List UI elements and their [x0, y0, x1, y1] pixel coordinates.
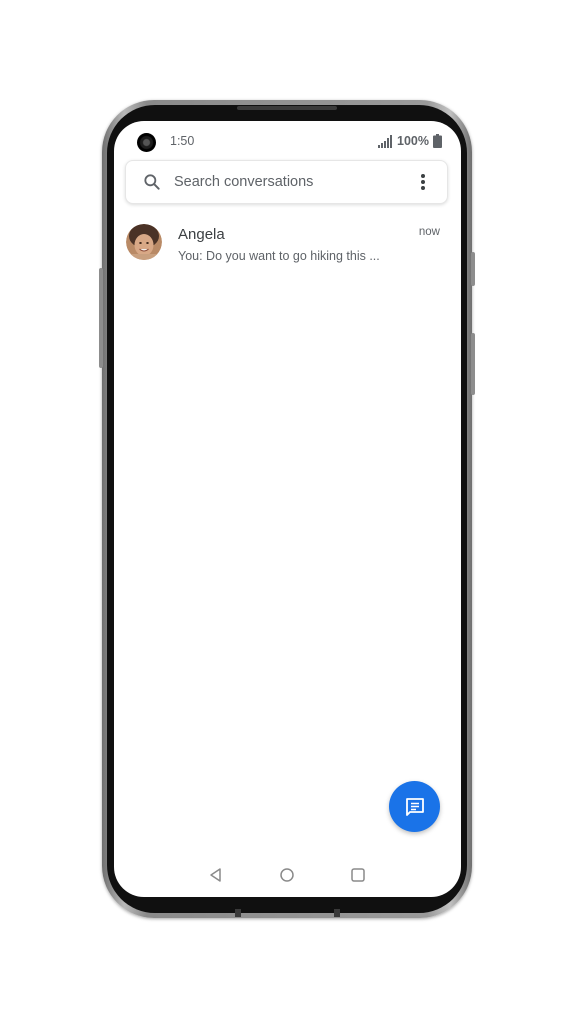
- battery-percent: 100%: [397, 134, 429, 148]
- conversation-item[interactable]: Angela now You: Do you want to go hiking…: [114, 217, 461, 275]
- navigation-bar: [114, 861, 461, 891]
- message-snippet: You: Do you want to go hiking this ...: [178, 249, 380, 263]
- stage: 1:50 100% Search conversations Angela no…: [0, 0, 575, 1017]
- search-icon[interactable]: [142, 172, 162, 192]
- earpiece: [237, 106, 337, 110]
- status-indicators: 100%: [378, 134, 442, 148]
- contact-name: Angela: [178, 226, 225, 243]
- search-bar[interactable]: Search conversations: [125, 160, 448, 204]
- status-time: 1:50: [170, 134, 195, 148]
- back-icon[interactable]: [208, 867, 224, 883]
- front-camera: [137, 133, 156, 152]
- start-chat-button[interactable]: [389, 781, 440, 832]
- recents-icon[interactable]: [350, 867, 366, 883]
- screen: 1:50 100% Search conversations Angela no…: [114, 121, 461, 897]
- status-bar: 1:50 100%: [114, 121, 461, 161]
- battery-icon: [433, 134, 442, 148]
- start-chat-icon: [405, 797, 424, 816]
- volume-button: [99, 268, 103, 368]
- avatar: [126, 224, 162, 260]
- message-time: now: [418, 226, 440, 238]
- signal-icon: [378, 134, 393, 148]
- home-icon[interactable]: [279, 867, 295, 883]
- power-button: [471, 252, 475, 286]
- frame-notch-left: [235, 909, 241, 917]
- more-vert-icon[interactable]: [413, 172, 433, 192]
- frame-notch-right: [334, 909, 340, 917]
- search-input[interactable]: Search conversations: [174, 174, 313, 190]
- side-button: [471, 333, 475, 395]
